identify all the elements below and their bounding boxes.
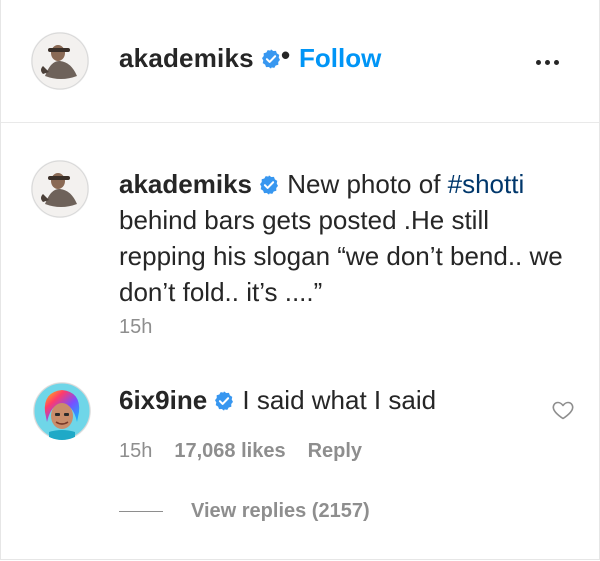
- comment-body: I said what I said: [235, 385, 437, 415]
- avatar[interactable]: [33, 382, 91, 440]
- avatar-image: [31, 160, 89, 218]
- comment-meta: 15h 17,068 likes Reply: [119, 440, 362, 463]
- avatar[interactable]: [31, 32, 89, 90]
- reply-button[interactable]: Reply: [308, 440, 362, 462]
- view-replies-button[interactable]: View replies (2157): [119, 500, 370, 523]
- hashtag-link[interactable]: #shotti: [448, 169, 525, 199]
- avatar-image: [31, 32, 89, 90]
- verified-badge-icon: [215, 391, 234, 411]
- more-options-icon[interactable]: [536, 52, 566, 65]
- caption-body-end: behind bars gets posted .He still reppin…: [119, 205, 563, 307]
- caption-username[interactable]: akademiks: [119, 169, 252, 199]
- avatar[interactable]: [31, 160, 89, 218]
- heart-icon[interactable]: [551, 398, 575, 422]
- post-author-username[interactable]: akademiks: [119, 43, 282, 74]
- replies-divider-line: [119, 511, 163, 513]
- caption-timestamp[interactable]: 15h: [119, 316, 152, 339]
- caption-body-start: New photo of: [279, 169, 448, 199]
- verified-badge-icon: [261, 49, 280, 69]
- post-header: akademiks • Follow: [1, 0, 599, 123]
- post-comments-panel: akademiks • Follow akademiks New photo o…: [0, 0, 600, 560]
- likes-count-button[interactable]: 17,068 likes: [174, 440, 285, 462]
- avatar-image: [33, 382, 91, 440]
- separator-dot: •: [281, 40, 291, 70]
- verified-badge-icon: [260, 175, 278, 195]
- username-text[interactable]: akademiks: [119, 43, 254, 73]
- comment-text: 6ix9ine I said what I said: [119, 385, 436, 415]
- comment-timestamp[interactable]: 15h: [119, 440, 152, 462]
- comment-username[interactable]: 6ix9ine: [119, 385, 207, 415]
- caption-text: akademiks New photo of #shotti behind ba…: [119, 166, 579, 310]
- follow-button[interactable]: Follow: [299, 43, 381, 74]
- view-replies-label[interactable]: View replies (2157): [191, 500, 370, 522]
